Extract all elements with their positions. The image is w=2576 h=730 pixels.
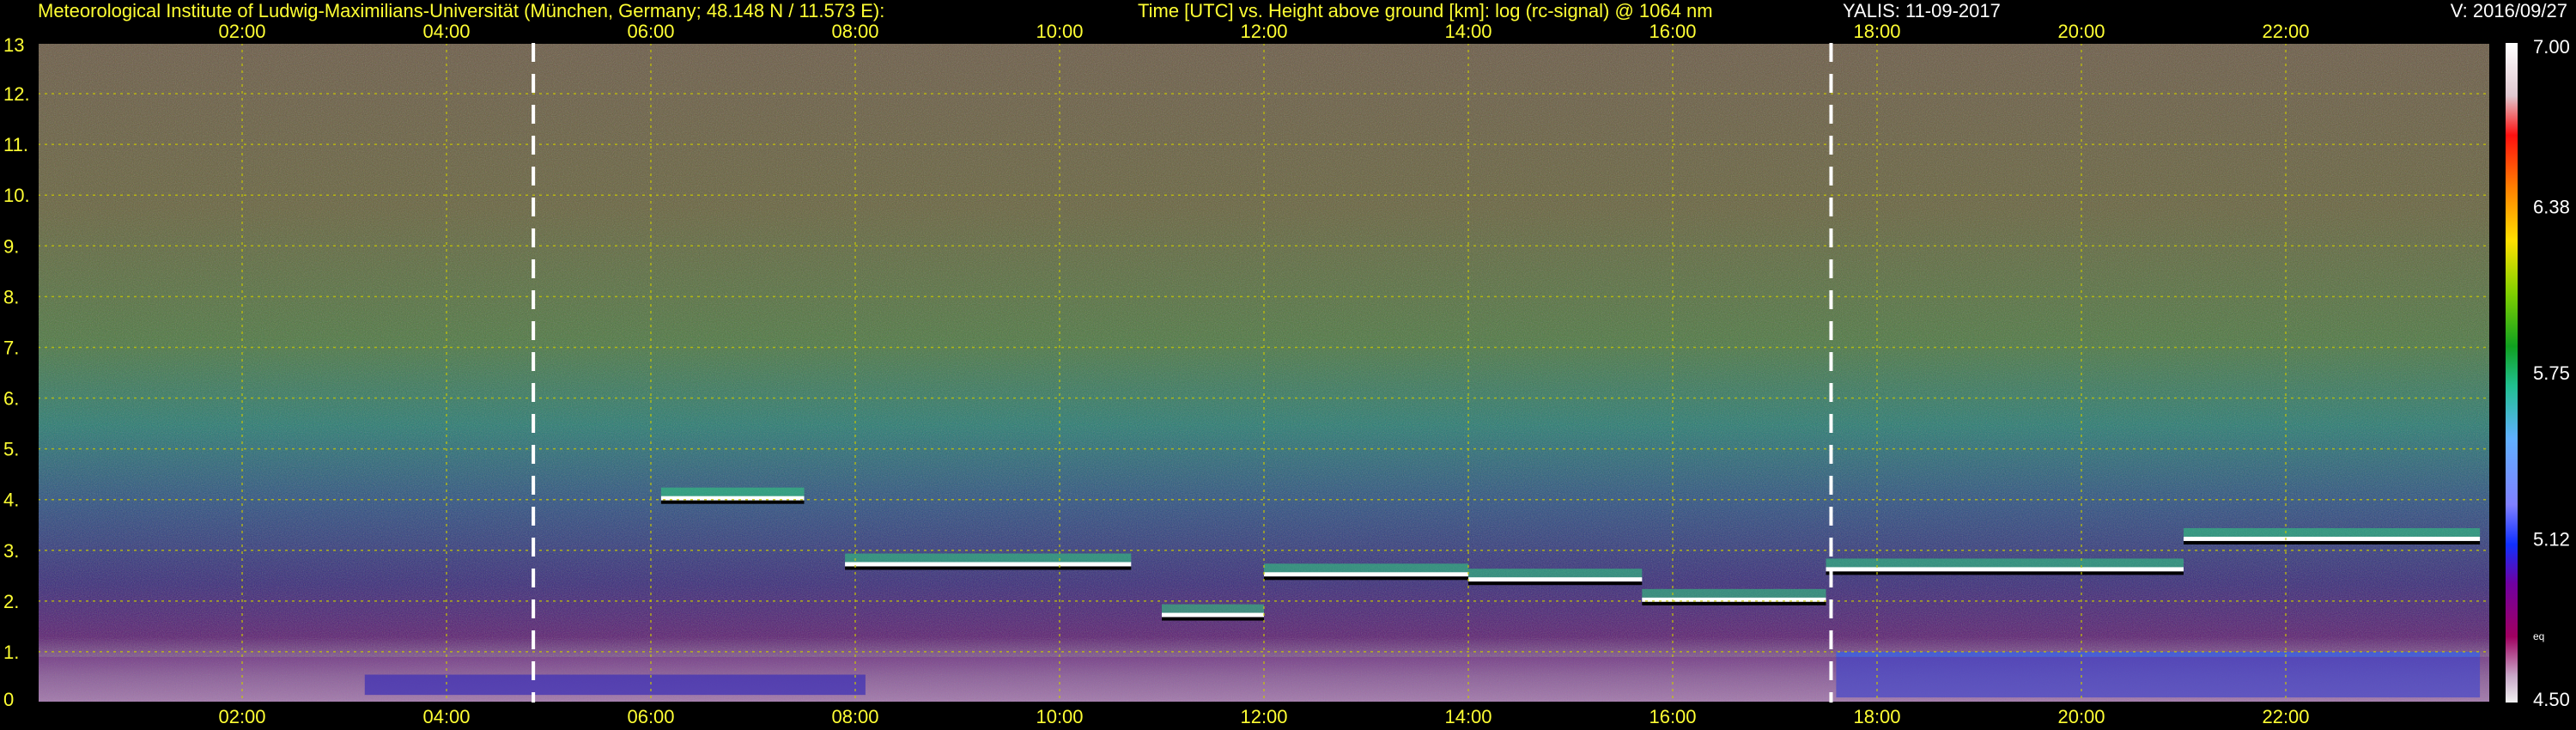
y-tick-label: 6. xyxy=(3,388,19,410)
colorbar-label: 5.12 xyxy=(2533,529,2570,551)
cloud-layer xyxy=(845,562,1132,567)
cloud-layer-shadow xyxy=(1264,576,1468,581)
x-tick-label-top: 20:00 xyxy=(2057,21,2105,42)
x-tick-label-bottom: 14:00 xyxy=(1444,706,1492,727)
y-tick-label: 2. xyxy=(3,591,19,612)
cloud-layer xyxy=(1826,567,2184,572)
cloud-layer xyxy=(1162,612,1264,617)
x-tick-label-top: 18:00 xyxy=(1853,21,1900,42)
x-tick-label-bottom: 12:00 xyxy=(1240,706,1287,727)
colorbar-label: 4.50 xyxy=(2533,689,2570,710)
x-tick-label-top: 12:00 xyxy=(1240,21,1287,42)
y-tick-label: 13 xyxy=(3,34,24,56)
x-tick-label-top: 08:00 xyxy=(831,21,878,42)
cloud-layer xyxy=(1264,572,1468,577)
cloud-layer-shadow xyxy=(845,566,1132,570)
x-tick-label-top: 22:00 xyxy=(2262,21,2309,42)
x-tick-label-top: 14:00 xyxy=(1444,21,1492,42)
y-tick-label: 5. xyxy=(3,439,19,460)
y-tick-label: 3. xyxy=(3,540,19,562)
colorbar-label: 7.00 xyxy=(2533,36,2570,58)
y-tick-label: 12. xyxy=(3,83,30,105)
cloud-layer-shadow xyxy=(660,500,805,504)
y-tick-label: 1. xyxy=(3,642,19,663)
cloud-layer-shadow xyxy=(2184,540,2481,544)
x-tick-label-bottom: 18:00 xyxy=(1853,706,1900,727)
y-tick-label: 7. xyxy=(3,337,19,358)
x-tick-label-top: 16:00 xyxy=(1649,21,1696,42)
y-tick-label: 10. xyxy=(3,185,30,206)
colorbar-label: 5.75 xyxy=(2533,362,2570,384)
x-tick-label-bottom: 10:00 xyxy=(1036,706,1083,727)
x-tick-label-bottom: 02:00 xyxy=(218,706,265,727)
x-tick-label-bottom: 06:00 xyxy=(627,706,674,727)
lidar-heatmap-chart: 02:00 04:00 06:00 08:00 10:00 12:00 14:00 16:00… xyxy=(3,21,2570,727)
x-tick-label-bottom: 20:00 xyxy=(2057,706,2105,727)
colorbar-label: 6.38 xyxy=(2533,196,2570,217)
x-tick-label-bottom: 08:00 xyxy=(831,706,878,727)
x-tick-label-top: 04:00 xyxy=(422,21,470,42)
y-tick-label: 9. xyxy=(3,235,19,257)
y-tick-label: 4. xyxy=(3,490,19,511)
x-tick-label-bottom: 16:00 xyxy=(1649,706,1696,727)
x-tick-label-top: 06:00 xyxy=(627,21,674,42)
x-tick-label-bottom: 22:00 xyxy=(2262,706,2309,727)
x-tick-label-top: 02:00 xyxy=(218,21,265,42)
y-tick-label: 0 xyxy=(3,689,14,710)
colorbar-scale xyxy=(2506,43,2518,703)
cloud-layer-shadow xyxy=(1826,571,2184,575)
cloud-layer-shadow xyxy=(1468,581,1643,586)
colorbar-eq-label: eq xyxy=(2533,630,2544,642)
y-tick-label: 8. xyxy=(3,286,19,307)
cloud-layer-shadow xyxy=(1162,617,1264,621)
y-tick-label: 11. xyxy=(3,134,28,155)
cloud-layer-shadow xyxy=(1642,601,1826,605)
cloud-layer xyxy=(2184,536,2481,541)
x-tick-label-bottom: 04:00 xyxy=(422,706,470,727)
x-tick-label-top: 10:00 xyxy=(1036,21,1083,42)
cloud-layer xyxy=(1468,577,1643,582)
